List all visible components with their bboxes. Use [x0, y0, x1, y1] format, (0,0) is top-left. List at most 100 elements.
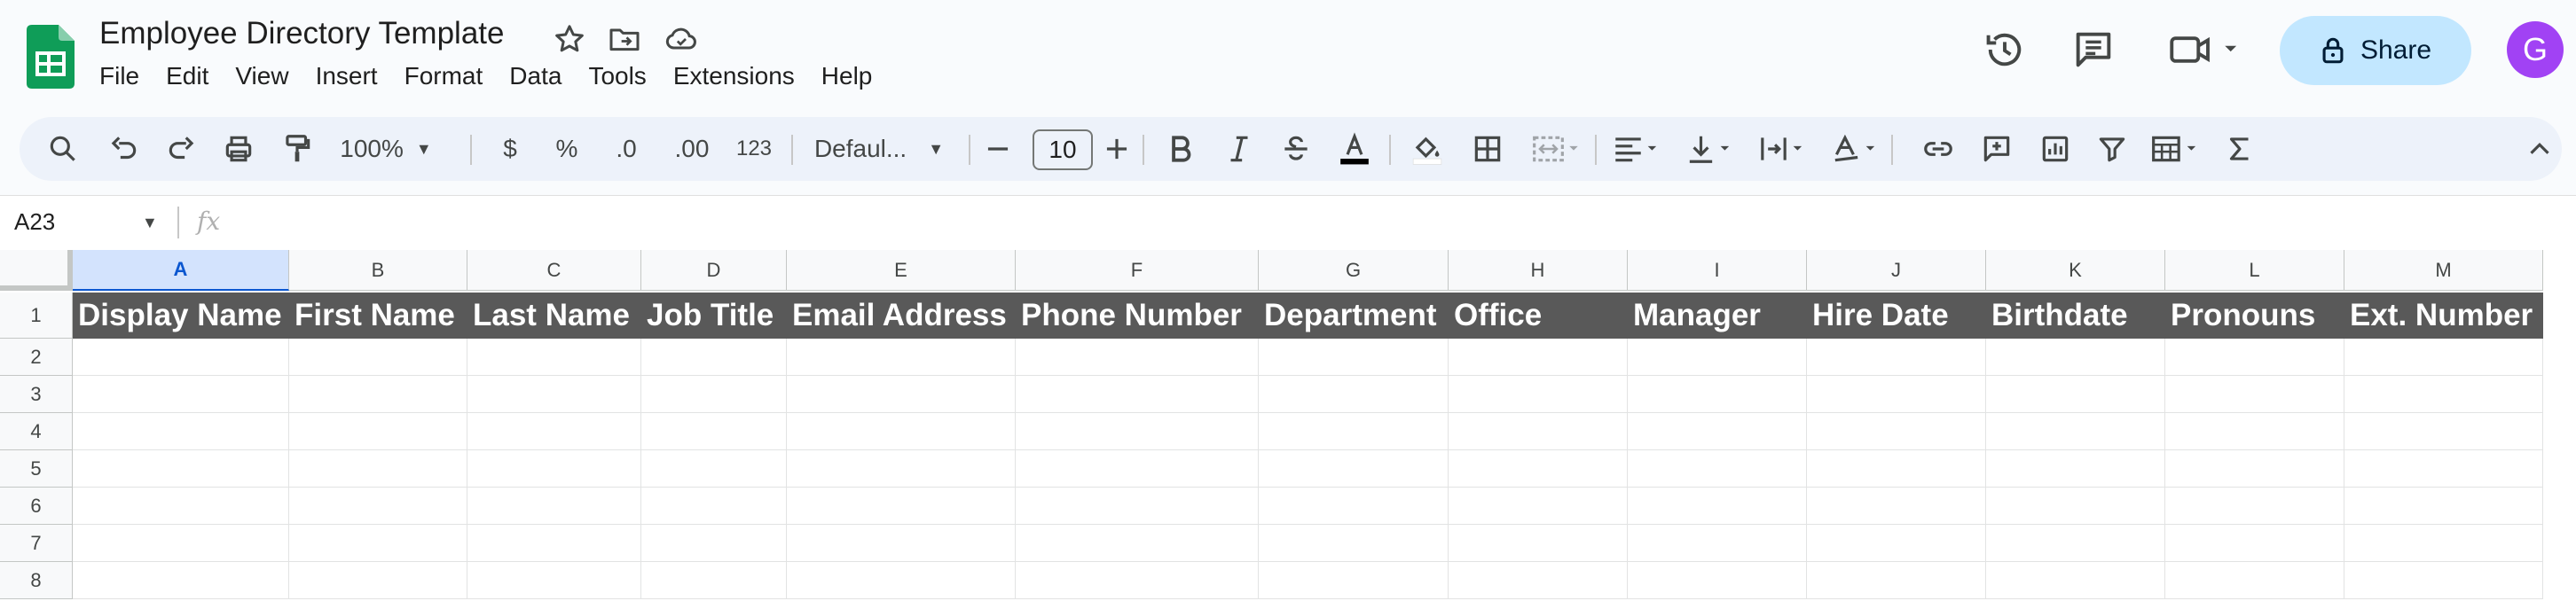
column-header-m[interactable]: M — [2344, 250, 2543, 291]
header-cell-h1[interactable]: Office — [1449, 293, 1628, 339]
menu-data[interactable]: Data — [509, 62, 562, 90]
column-header-b[interactable]: B — [289, 250, 467, 291]
cell-c6[interactable] — [467, 488, 641, 525]
cell-k6[interactable] — [1986, 488, 2165, 525]
column-header-e[interactable]: E — [787, 250, 1016, 291]
menu-help[interactable]: Help — [821, 62, 873, 90]
insert-chart-icon[interactable] — [2035, 117, 2076, 181]
cell-g6[interactable] — [1259, 488, 1449, 525]
cell-c2[interactable] — [467, 339, 641, 376]
zoom-select[interactable]: 100% ▼ — [337, 117, 435, 181]
strikethrough-icon[interactable] — [1276, 117, 1316, 181]
cell-m7[interactable] — [2344, 525, 2543, 562]
cell-b7[interactable] — [289, 525, 467, 562]
paint-format-icon[interactable] — [277, 117, 318, 181]
select-all-corner[interactable] — [0, 250, 73, 291]
name-box-caret-icon[interactable]: ▼ — [142, 214, 158, 232]
cell-a6[interactable] — [73, 488, 289, 525]
cell-g4[interactable] — [1259, 413, 1449, 450]
column-header-l[interactable]: L — [2165, 250, 2344, 291]
row-header-1[interactable]: 1 — [0, 293, 73, 339]
cell-a8[interactable] — [73, 562, 289, 599]
row-header-6[interactable]: 6 — [0, 488, 73, 525]
cell-j3[interactable] — [1807, 376, 1986, 413]
cell-d5[interactable] — [641, 450, 787, 488]
cell-k5[interactable] — [1986, 450, 2165, 488]
document-title[interactable]: Employee Directory Template — [99, 16, 505, 51]
row-header-3[interactable]: 3 — [0, 376, 73, 413]
menu-view[interactable]: View — [235, 62, 288, 90]
cell-a7[interactable] — [73, 525, 289, 562]
menu-extensions[interactable]: Extensions — [673, 62, 795, 90]
cell-h5[interactable] — [1449, 450, 1628, 488]
print-icon[interactable] — [218, 117, 259, 181]
cell-j6[interactable] — [1807, 488, 1986, 525]
column-header-a[interactable]: A — [73, 250, 289, 291]
cell-f3[interactable] — [1016, 376, 1259, 413]
italic-icon[interactable] — [1219, 117, 1260, 181]
header-cell-c1[interactable]: Last Name — [467, 293, 641, 339]
functions-icon[interactable] — [2219, 117, 2260, 181]
cell-j8[interactable] — [1807, 562, 1986, 599]
header-cell-d1[interactable]: Job Title — [641, 293, 787, 339]
cell-g8[interactable] — [1259, 562, 1449, 599]
column-header-c[interactable]: C — [467, 250, 641, 291]
header-cell-j1[interactable]: Hire Date — [1807, 293, 1986, 339]
cell-f7[interactable] — [1016, 525, 1259, 562]
meet-camera-icon[interactable] — [2168, 27, 2248, 73]
cell-m6[interactable] — [2344, 488, 2543, 525]
redo-icon[interactable] — [161, 117, 202, 181]
decrease-decimal-button[interactable]: .0 — [600, 117, 653, 181]
header-cell-a1[interactable]: Display Name — [73, 293, 289, 339]
column-header-j[interactable]: J — [1807, 250, 1986, 291]
borders-icon[interactable] — [1467, 117, 1508, 181]
cloud-saved-icon[interactable] — [664, 21, 699, 57]
horizontal-align-icon[interactable] — [1607, 117, 1666, 181]
font-size-input[interactable]: 10 — [1033, 129, 1093, 170]
cell-l5[interactable] — [2165, 450, 2344, 488]
cell-e7[interactable] — [787, 525, 1016, 562]
search-menus-icon[interactable] — [43, 117, 83, 181]
cell-g7[interactable] — [1259, 525, 1449, 562]
cell-e6[interactable] — [787, 488, 1016, 525]
filter-views-icon[interactable] — [2147, 117, 2205, 181]
column-header-h[interactable]: H — [1449, 250, 1628, 291]
cell-d8[interactable] — [641, 562, 787, 599]
cell-k2[interactable] — [1986, 339, 2165, 376]
row-header-7[interactable]: 7 — [0, 525, 73, 562]
cell-f5[interactable] — [1016, 450, 1259, 488]
cell-c5[interactable] — [467, 450, 641, 488]
cell-g3[interactable] — [1259, 376, 1449, 413]
cell-i8[interactable] — [1628, 562, 1807, 599]
row-header-4[interactable]: 4 — [0, 413, 73, 450]
cell-d4[interactable] — [641, 413, 787, 450]
cell-f4[interactable] — [1016, 413, 1259, 450]
sheets-logo-icon[interactable] — [27, 25, 75, 89]
column-header-d[interactable]: D — [641, 250, 787, 291]
increase-font-size-icon[interactable] — [1096, 117, 1137, 181]
cell-k3[interactable] — [1986, 376, 2165, 413]
cell-j2[interactable] — [1807, 339, 1986, 376]
cell-d2[interactable] — [641, 339, 787, 376]
text-color-icon[interactable] — [1334, 117, 1375, 181]
cell-f2[interactable] — [1016, 339, 1259, 376]
header-cell-k1[interactable]: Birthdate — [1986, 293, 2165, 339]
vertical-align-icon[interactable] — [1680, 117, 1739, 181]
column-header-k[interactable]: K — [1986, 250, 2165, 291]
menu-format[interactable]: Format — [404, 62, 483, 90]
name-box[interactable]: A23 — [14, 208, 55, 236]
star-icon[interactable] — [552, 21, 587, 57]
currency-format-button[interactable]: $ — [490, 117, 530, 181]
header-cell-l1[interactable]: Pronouns — [2165, 293, 2344, 339]
row-header-5[interactable]: 5 — [0, 450, 73, 488]
insert-link-icon[interactable] — [1918, 117, 1959, 181]
cell-k8[interactable] — [1986, 562, 2165, 599]
menu-edit[interactable]: Edit — [166, 62, 208, 90]
cell-b2[interactable] — [289, 339, 467, 376]
cell-i5[interactable] — [1628, 450, 1807, 488]
cell-b5[interactable] — [289, 450, 467, 488]
cell-k4[interactable] — [1986, 413, 2165, 450]
cell-h6[interactable] — [1449, 488, 1628, 525]
cell-l2[interactable] — [2165, 339, 2344, 376]
header-cell-f1[interactable]: Phone Number — [1016, 293, 1259, 339]
